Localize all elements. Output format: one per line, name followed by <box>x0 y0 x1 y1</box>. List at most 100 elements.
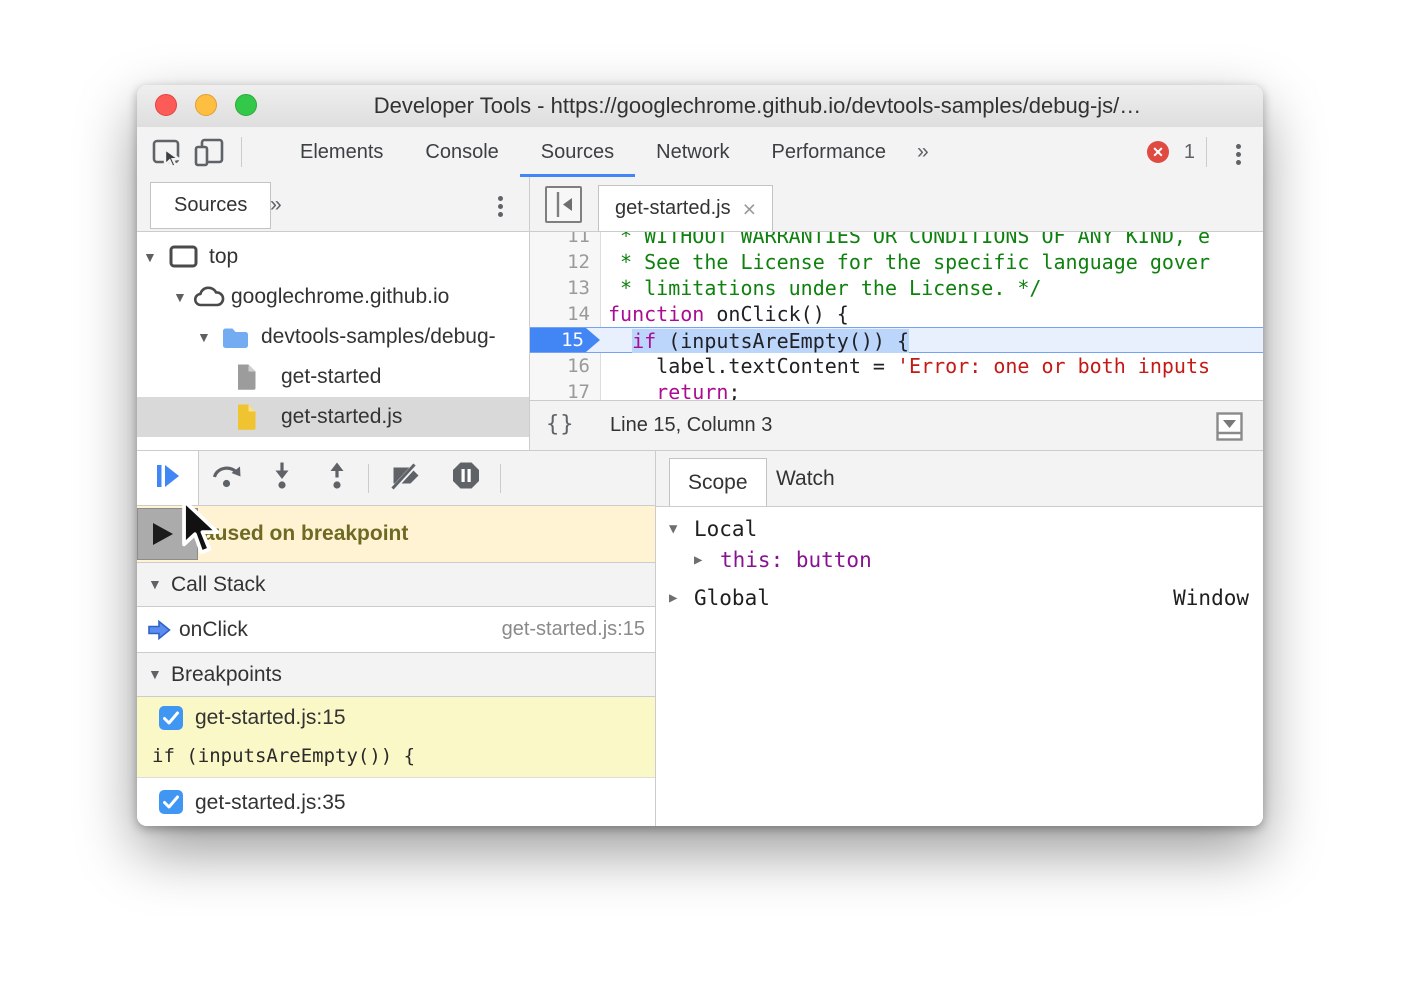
step-out-button[interactable] <box>325 462 350 495</box>
line-number[interactable]: 11 <box>530 232 590 249</box>
tab-sources[interactable]: Sources <box>520 127 635 177</box>
more-tabs-chevron[interactable]: » <box>907 127 939 177</box>
line-number[interactable]: 14 <box>530 301 590 327</box>
line-number[interactable]: 17 <box>530 379 590 400</box>
scope-entry-value: Window <box>1173 583 1249 613</box>
pause-on-exceptions-button[interactable] <box>452 461 481 495</box>
scope-entry-this[interactable]: ▶this: button <box>656 545 1263 575</box>
scope-entry-label: Local <box>694 514 757 544</box>
collapse-triangle-icon[interactable]: ▶ <box>669 583 677 613</box>
scope-entry-local[interactable]: ▼ Local <box>656 514 1263 544</box>
expand-triangle-icon[interactable]: ▼ <box>173 277 187 317</box>
zoom-window-button[interactable] <box>235 94 257 116</box>
code-token: ; <box>728 380 740 400</box>
sidebar-tabbar: Scope Watch <box>656 451 1263 507</box>
code-line[interactable]: 12 * See the License for the specific la… <box>530 249 1263 275</box>
breakpoint-entry[interactable]: get-started.js:35 <box>137 778 655 826</box>
navigator-tabbar: Sources » <box>137 177 529 232</box>
minimize-window-button[interactable] <box>195 94 217 116</box>
tree-item-top[interactable]: ▼ top <box>137 237 529 277</box>
close-tab-icon[interactable]: × <box>743 199 756 219</box>
collapse-triangle-icon[interactable]: ▼ <box>148 653 162 696</box>
tab-scope[interactable]: Scope <box>669 458 767 506</box>
section-title: Breakpoints <box>171 653 282 696</box>
code-token <box>608 380 656 400</box>
frame-icon <box>169 245 198 274</box>
code-line[interactable]: 11 * WITHOUT WARRANTIES OR CONDITIONS OF… <box>530 232 1263 249</box>
close-window-button[interactable] <box>155 94 177 116</box>
breakpoint-checkbox[interactable] <box>159 790 183 814</box>
code-line-text: * See the License for the specific langu… <box>608 249 1263 275</box>
breakpoint-code-snippet: if (inputsAreEmpty()) { <box>152 739 415 773</box>
line-number[interactable]: 16 <box>530 353 590 379</box>
line-number[interactable]: 13 <box>530 275 590 301</box>
code-line-text: label.textContent = 'Error: one or both … <box>608 353 1263 379</box>
tree-item-label: devtools-samples/debug- <box>261 317 496 357</box>
code-token: * limitations under the License. */ <box>608 276 1041 300</box>
expand-triangle-icon[interactable]: ▼ <box>143 237 157 277</box>
execution-line[interactable]: 15 if (inputsAreEmpty()) { <box>530 327 1263 353</box>
deactivate-breakpoints-icon <box>391 477 426 494</box>
tree-item-label: top <box>209 237 238 277</box>
toolbar-separator <box>368 464 369 493</box>
breakpoints-header[interactable]: ▼ Breakpoints <box>137 652 655 697</box>
file-tree: ▼ top▼googlechrome.github.io▼ devtools-sam… <box>137 232 529 450</box>
current-frame-arrow-icon <box>146 620 172 645</box>
pretty-print-icon[interactable]: {} <box>546 401 575 448</box>
call-stack-header[interactable]: ▼ Call Stack <box>137 562 655 607</box>
tree-item-get-started-js[interactable]: get-started.js <box>137 397 529 437</box>
code-line[interactable]: 16 label.textContent = 'Error: one or bo… <box>530 353 1263 379</box>
code-line-text: return; <box>608 379 1263 400</box>
editor-tab-get-started-js[interactable]: get-started.js × <box>598 185 773 231</box>
step-into-icon <box>270 477 295 494</box>
hide-navigator-icon[interactable] <box>545 186 582 223</box>
code-line[interactable]: 13 * limitations under the License. */ <box>530 275 1263 301</box>
js-file-icon <box>235 403 258 436</box>
line-number[interactable]: 12 <box>530 249 590 275</box>
device-toolbar-icon[interactable] <box>193 137 226 173</box>
error-badge-icon[interactable]: ✕ <box>1147 141 1169 163</box>
collapse-triangle-icon[interactable]: ▶ <box>694 545 702 575</box>
tab-console[interactable]: Console <box>404 127 519 177</box>
tree-item-googlechrome-github-io[interactable]: ▼googlechrome.github.io <box>137 277 529 317</box>
breakpoint-location: get-started.js:15 <box>195 697 346 739</box>
expand-triangle-icon[interactable]: ▼ <box>669 514 677 544</box>
step-into-button[interactable] <box>270 462 295 495</box>
code-token: return <box>656 380 728 400</box>
code-token: if <box>632 329 656 353</box>
step-over-button[interactable] <box>211 462 244 494</box>
code-editor[interactable]: 11 * WITHOUT WARRANTIES OR CONDITIONS OF… <box>530 232 1263 400</box>
tree-item-get-started[interactable]: get-started <box>137 357 529 397</box>
code-token: * See the License for the specific langu… <box>608 250 1210 274</box>
breakpoint-entry[interactable]: get-started.js:15if (inputsAreEmpty()) { <box>137 697 655 778</box>
kebab-menu-icon[interactable] <box>1236 141 1241 168</box>
show-drawer-icon[interactable] <box>1216 412 1243 446</box>
resume-icon <box>154 463 182 494</box>
navigator-tab-sources[interactable]: Sources <box>150 182 271 229</box>
code-line[interactable]: 14 function onClick() { <box>530 301 1263 327</box>
scope-entry-global[interactable]: ▶ Global Window <box>656 583 1263 613</box>
kebab-menu-icon[interactable] <box>498 193 503 220</box>
collapse-triangle-icon[interactable]: ▼ <box>148 563 162 606</box>
call-stack-frame[interactable]: onClickget-started.js:15 <box>137 607 655 652</box>
scope-entry-label: Global <box>694 583 770 613</box>
tab-watch[interactable]: Watch <box>766 451 845 507</box>
resume-button[interactable] <box>137 451 199 505</box>
tab-performance[interactable]: Performance <box>751 127 908 177</box>
inspect-cursor-icon[interactable] <box>151 137 182 173</box>
code-line[interactable]: 17 return; <box>530 379 1263 400</box>
debugger-pane: Async Paused on breakpoint ▼ Call Stack … <box>137 450 656 826</box>
code-token: onClick() { <box>704 302 849 326</box>
execution-line-number-badge[interactable]: 15 <box>530 328 600 352</box>
tree-item-label: get-started.js <box>281 397 402 437</box>
tree-item-devtools-samples-debug-[interactable]: ▼ devtools-samples/debug- <box>137 317 529 357</box>
code-token: function <box>608 302 704 326</box>
tab-network[interactable]: Network <box>635 127 750 177</box>
breakpoint-checkbox[interactable] <box>159 706 183 730</box>
expand-triangle-icon[interactable]: ▼ <box>197 317 211 357</box>
code-token: * WITHOUT WARRANTIES OR CONDITIONS OF AN… <box>608 232 1210 248</box>
navigator-more-tabs-chevron[interactable]: » <box>270 177 282 232</box>
deactivate-breakpoints-button[interactable] <box>391 462 426 495</box>
editor-pane: get-started.js × 11 * WITHOUT WARRANTIES… <box>530 177 1263 450</box>
tab-elements[interactable]: Elements <box>279 127 404 177</box>
